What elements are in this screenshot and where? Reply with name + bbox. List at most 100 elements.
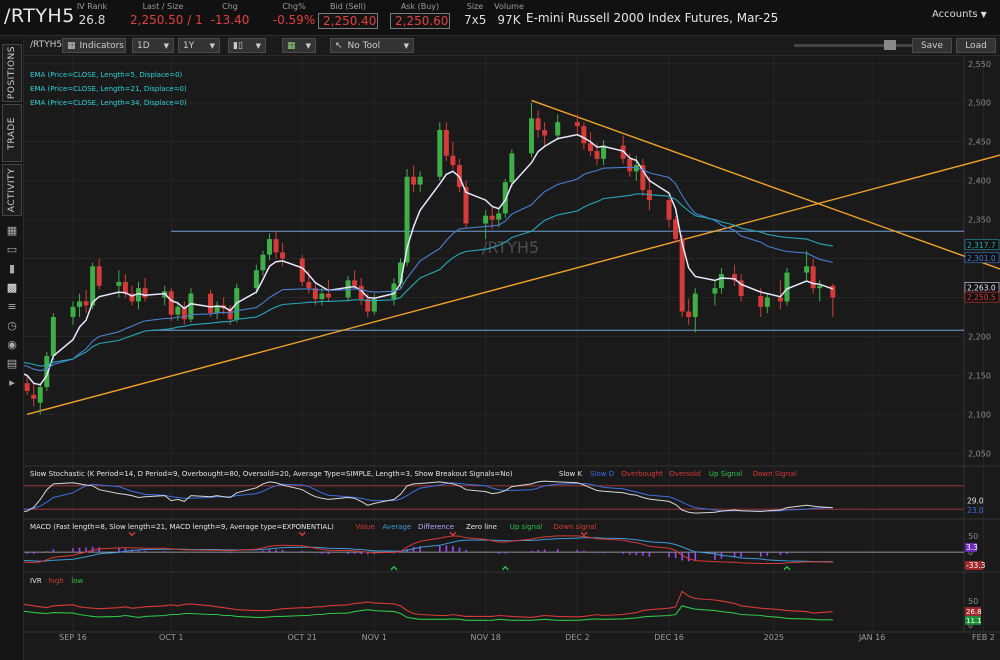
study-legend: EMA (Price=CLOSE, Length=5, Displace=0) bbox=[30, 71, 183, 79]
range-select[interactable]: 1Y ▼ bbox=[178, 38, 220, 53]
chart-background bbox=[24, 56, 1000, 660]
quote-label: Size bbox=[466, 2, 484, 11]
calendar-icon[interactable]: ▭ bbox=[5, 243, 19, 256]
candle-body bbox=[175, 306, 181, 315]
candle-body bbox=[208, 293, 214, 314]
panel-legend-item: Down signal bbox=[554, 523, 597, 531]
quote-value: 2,250.50 / 1 bbox=[130, 13, 203, 27]
drawing-tool-select[interactable]: ↖ No Tool ▼ bbox=[330, 38, 414, 53]
x-tick-label: JAN 16 bbox=[858, 633, 885, 642]
chart-grid-icon[interactable]: ▩ bbox=[5, 281, 19, 294]
candle-body bbox=[83, 301, 89, 306]
chevron-down-icon: ▼ bbox=[305, 41, 311, 50]
candle-body bbox=[542, 130, 548, 136]
candle-body bbox=[535, 118, 541, 131]
study-legend: EMA (Price=CLOSE, Length=34, Displace=0) bbox=[30, 99, 187, 107]
candle-body bbox=[168, 291, 174, 315]
quote-value: 7x5 bbox=[464, 13, 487, 27]
chevron-down-icon: ▼ bbox=[209, 41, 215, 50]
calculator-icon[interactable]: ▦ bbox=[5, 224, 19, 237]
quote-chg: Chg -13.40 bbox=[210, 2, 250, 27]
candlestick-icon: ▮▯ bbox=[233, 40, 243, 51]
chevron-down-icon: ▼ bbox=[980, 10, 987, 19]
study-legend: EMA (Price=CLOSE, Length=21, Displace=0) bbox=[30, 85, 187, 93]
quote-value: 97K bbox=[497, 13, 521, 27]
candle-body bbox=[280, 252, 286, 259]
zoom-slider-handle[interactable] bbox=[884, 40, 896, 50]
panel-title: IVR bbox=[30, 577, 42, 585]
quote-value: 2,250.40 bbox=[318, 13, 378, 29]
quote-iv-rank: IV Rank 26.8 bbox=[70, 2, 114, 27]
candle-body bbox=[692, 293, 698, 317]
quote-volume: Volume 97K bbox=[492, 2, 526, 27]
cursor-icon: ↖ bbox=[335, 40, 343, 51]
chart-type-select[interactable]: ▮▯ ▼ bbox=[228, 38, 266, 53]
panel-legend-item: Down Signal bbox=[753, 470, 797, 478]
candle-body bbox=[50, 316, 56, 356]
save-button[interactable]: Save bbox=[912, 38, 952, 53]
candle-body bbox=[784, 272, 790, 302]
quote-label: Volume bbox=[494, 2, 524, 11]
candle-body bbox=[306, 281, 312, 289]
play-icon[interactable]: ▸ bbox=[5, 376, 19, 389]
chart-style-select[interactable]: ▦ ▼ bbox=[282, 38, 316, 53]
indicators-icon: ▦ bbox=[67, 40, 76, 51]
candle-body bbox=[443, 130, 449, 156]
x-tick-label: NOV 1 bbox=[362, 633, 387, 642]
y-tick-label: 2,350 bbox=[968, 216, 991, 225]
stoch-k-value: 29.0 bbox=[967, 496, 984, 505]
quote-value: -0.59% bbox=[272, 13, 316, 27]
tab-trade[interactable]: TRADE bbox=[2, 104, 22, 162]
candle-body bbox=[627, 158, 633, 172]
load-button[interactable]: Load bbox=[956, 38, 996, 53]
candle-body bbox=[352, 280, 358, 286]
candle-body bbox=[31, 394, 37, 399]
chart-area[interactable]: SEP 16 OCT 1 OCT 21 NOV 1 NOV 18 DEC 2 DEC 16 2… bbox=[5, 56, 1000, 660]
candle-body bbox=[594, 151, 600, 159]
dashboard-icon[interactable]: ◷ bbox=[5, 319, 19, 332]
price-label: 2,250.5 bbox=[967, 293, 996, 302]
quote-label: Bid (Sell) bbox=[329, 2, 367, 11]
panel-legend-item: Average bbox=[383, 523, 412, 531]
grid-icon: ▦ bbox=[287, 40, 296, 51]
candle-body bbox=[810, 266, 816, 289]
quote-last-size: Last / Size 2,250.50 / 1 bbox=[130, 2, 203, 27]
candle-body bbox=[142, 288, 148, 298]
y-tick-label: 2,550 bbox=[968, 60, 991, 69]
quote-value: 2,250.60 bbox=[390, 13, 450, 29]
quote-label: Chg% bbox=[282, 2, 306, 11]
quote-size: Size 7x5 bbox=[464, 2, 486, 27]
candle-body bbox=[587, 143, 593, 152]
zoom-slider-track[interactable] bbox=[794, 44, 929, 47]
candle-body bbox=[96, 266, 102, 286]
period-select[interactable]: 1D ▼ bbox=[132, 38, 174, 53]
price-label: 2,263.0 bbox=[967, 283, 996, 292]
chevron-down-icon: ▼ bbox=[403, 41, 409, 50]
chart-toolbar: /RTYH5 ▦ Indicators 1D ▼ 1Y ▼ ▮▯ ▼ ▦ ▼ ↖ No To… bbox=[24, 36, 1000, 56]
news-icon[interactable]: ▤ bbox=[5, 357, 19, 370]
tab-activity[interactable]: ACTIVITY bbox=[2, 164, 22, 216]
symbol-title[interactable]: /RTYH5 bbox=[4, 5, 75, 27]
candle-body bbox=[319, 293, 325, 300]
tab-positions[interactable]: POSITIONS bbox=[2, 44, 22, 102]
bar-chart-icon[interactable]: ▮ bbox=[5, 262, 19, 275]
globe-icon[interactable]: ◉ bbox=[5, 338, 19, 351]
list-icon[interactable]: ≡ bbox=[5, 300, 19, 313]
x-tick-label: 2025 bbox=[764, 633, 784, 642]
candle-body bbox=[267, 239, 272, 255]
quote-ask-buy[interactable]: Ask (Buy) 2,250.60 bbox=[390, 2, 450, 29]
chevron-down-icon: ▼ bbox=[163, 41, 169, 50]
accounts-menu[interactable]: Accounts ▼ bbox=[932, 9, 987, 20]
x-tick-label: OCT 21 bbox=[288, 633, 318, 642]
panel-legend-item: Oversold bbox=[669, 470, 700, 478]
indicators-button[interactable]: ▦ Indicators bbox=[62, 38, 126, 53]
x-tick-label: DEC 2 bbox=[565, 633, 589, 642]
candle-body bbox=[116, 281, 122, 286]
ivr-y-tick: 50 bbox=[968, 597, 978, 606]
quote-bid-sell[interactable]: Bid (Sell) 2,250.40 bbox=[318, 2, 378, 29]
candle-body bbox=[509, 153, 515, 183]
x-tick-label: SEP 16 bbox=[59, 633, 87, 642]
quote-value: 26.8 bbox=[78, 13, 106, 27]
candle-body bbox=[529, 118, 534, 154]
candle-body bbox=[90, 266, 96, 306]
